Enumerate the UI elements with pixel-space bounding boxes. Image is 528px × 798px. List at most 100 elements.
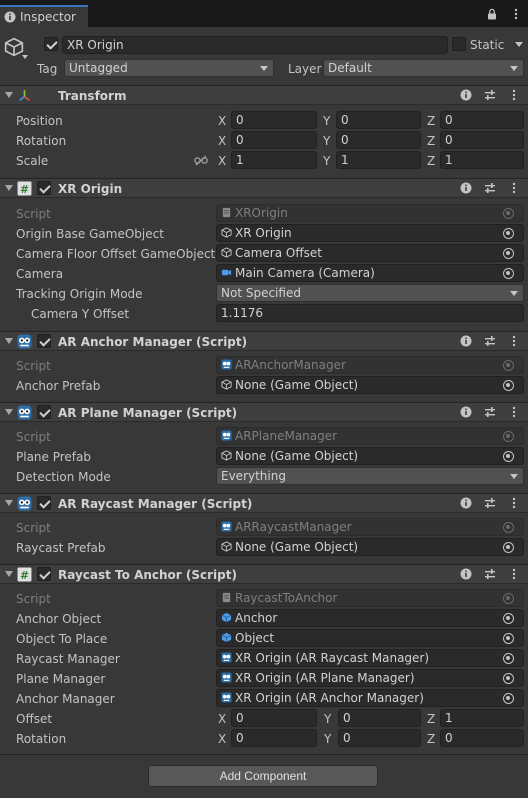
scale-x-input[interactable]: 1 [231, 151, 317, 169]
object-picker-icon[interactable] [503, 693, 514, 704]
help-icon[interactable] [460, 497, 472, 509]
component-enabled-checkbox[interactable] [37, 334, 51, 348]
position-y-input[interactable]: 0 [336, 111, 421, 129]
axis-y-label[interactable]: Y [324, 731, 331, 747]
kebab-menu-icon[interactable] [508, 497, 520, 509]
axis-y-label[interactable]: Y [323, 133, 330, 149]
presets-icon[interactable] [484, 497, 496, 509]
offset-x-input[interactable]: 0 [231, 709, 317, 727]
offset-z-input[interactable]: 1 [440, 709, 524, 727]
raycast-to-anchor-header[interactable]: # Raycast To Anchor (Script) [0, 564, 528, 584]
xr-origin-header[interactable]: # XR Origin [0, 178, 528, 198]
camera-field[interactable]: Main Camera (Camera) [216, 264, 524, 282]
position-x-input[interactable]: 0 [231, 111, 317, 129]
foldout-arrow[interactable] [5, 500, 13, 506]
axis-y-label[interactable]: Y [324, 711, 331, 727]
ar-raycast-manager-header[interactable]: AR Raycast Manager (Script) [0, 493, 528, 513]
icon-dropdown-arrow[interactable] [22, 55, 28, 59]
kebab-menu-icon[interactable] [508, 406, 520, 418]
kebab-menu-icon[interactable] [508, 335, 520, 347]
help-icon[interactable] [460, 406, 472, 418]
scale-y-input[interactable]: 1 [336, 151, 421, 169]
axis-y-label[interactable]: Y [323, 113, 330, 129]
presets-icon[interactable] [484, 568, 496, 580]
lock-icon[interactable] [486, 8, 498, 20]
object-picker-icon[interactable] [503, 673, 514, 684]
object-picker-icon[interactable] [503, 613, 514, 624]
constrain-proportions-link-icon[interactable] [194, 155, 208, 166]
rotation-z-input[interactable]: 0 [440, 729, 524, 747]
scale-z-input[interactable]: 1 [440, 151, 524, 169]
ar-plane-manager-header[interactable]: AR Plane Manager (Script) [0, 402, 528, 422]
axis-x-label[interactable]: X [218, 711, 226, 727]
tag-dropdown[interactable]: Untagged [64, 59, 274, 77]
axis-x-label[interactable]: X [218, 133, 226, 149]
camera-y-offset-input[interactable]: 1.1176 [216, 304, 524, 322]
origin-base-field[interactable]: XR Origin [216, 224, 524, 242]
raycast-prefab-field[interactable]: None (Game Object) [216, 538, 524, 556]
static-dropdown-arrow[interactable] [515, 42, 523, 47]
object-name-input[interactable]: XR Origin [62, 36, 448, 54]
position-z-input[interactable]: 0 [440, 111, 524, 129]
object-picker-icon[interactable] [503, 228, 514, 239]
object-picker-icon[interactable] [503, 542, 514, 553]
axis-z-label[interactable]: Z [427, 731, 435, 747]
presets-icon[interactable] [484, 406, 496, 418]
component-enabled-checkbox[interactable] [37, 496, 51, 510]
axis-z-label[interactable]: Z [427, 133, 435, 149]
axis-x-label[interactable]: X [218, 731, 226, 747]
presets-icon[interactable] [484, 335, 496, 347]
object-picker-icon[interactable] [503, 451, 514, 462]
foldout-arrow[interactable] [5, 409, 13, 415]
help-icon[interactable] [460, 182, 472, 194]
axis-x-label[interactable]: X [218, 153, 226, 169]
presets-icon[interactable] [484, 182, 496, 194]
offset-y-input[interactable]: 0 [338, 709, 421, 727]
transform-header[interactable]: Transform [0, 85, 528, 105]
kebab-menu-icon[interactable] [508, 568, 520, 580]
kebab-menu-icon[interactable] [510, 8, 522, 20]
object-picker-icon[interactable] [503, 248, 514, 259]
anchor-manager-field[interactable]: XR Origin (AR Anchor Manager) [216, 689, 524, 707]
tab-inspector[interactable]: Inspector [0, 5, 88, 27]
rotation-z-input[interactable]: 0 [440, 131, 524, 149]
component-enabled-checkbox[interactable] [37, 181, 51, 195]
plane-manager-field[interactable]: XR Origin (AR Plane Manager) [216, 669, 524, 687]
foldout-arrow[interactable] [5, 571, 13, 577]
help-icon[interactable] [460, 568, 472, 580]
anchor-object-field[interactable]: Anchor [216, 609, 524, 627]
help-icon[interactable] [460, 335, 472, 347]
rotation-x-input[interactable]: 0 [231, 131, 317, 149]
object-picker-icon[interactable] [503, 633, 514, 644]
object-picker-icon[interactable] [503, 380, 514, 391]
axis-z-label[interactable]: Z [427, 153, 435, 169]
rotation-y-input[interactable]: 0 [336, 131, 421, 149]
component-enabled-checkbox[interactable] [37, 405, 51, 419]
presets-icon[interactable] [484, 89, 496, 101]
object-active-checkbox[interactable] [44, 37, 58, 51]
camera-floor-offset-field[interactable]: Camera Offset [216, 244, 524, 262]
foldout-arrow[interactable] [5, 92, 13, 98]
kebab-menu-icon[interactable] [508, 182, 520, 194]
kebab-menu-icon[interactable] [508, 89, 520, 101]
foldout-arrow[interactable] [5, 338, 13, 344]
object-to-place-field[interactable]: Object [216, 629, 524, 647]
ar-anchor-manager-header[interactable]: AR Anchor Manager (Script) [0, 331, 528, 351]
axis-x-label[interactable]: X [218, 113, 226, 129]
axis-y-label[interactable]: Y [323, 153, 330, 169]
axis-z-label[interactable]: Z [427, 113, 435, 129]
raycast-manager-field[interactable]: XR Origin (AR Raycast Manager) [216, 649, 524, 667]
add-component-button[interactable]: Add Component [148, 765, 378, 787]
help-icon[interactable] [460, 89, 472, 101]
plane-prefab-field[interactable]: None (Game Object) [216, 447, 524, 465]
component-enabled-checkbox[interactable] [37, 567, 51, 581]
foldout-arrow[interactable] [5, 185, 13, 191]
axis-z-label[interactable]: Z [427, 711, 435, 727]
object-picker-icon[interactable] [503, 268, 514, 279]
object-picker-icon[interactable] [503, 653, 514, 664]
rotation-x-input[interactable]: 0 [231, 729, 317, 747]
detection-mode-dropdown[interactable]: Everything [216, 467, 524, 485]
tracking-origin-mode-dropdown[interactable]: Not Specified [216, 284, 524, 302]
layer-dropdown[interactable]: Default [323, 59, 524, 77]
rotation-y-input[interactable]: 0 [338, 729, 421, 747]
